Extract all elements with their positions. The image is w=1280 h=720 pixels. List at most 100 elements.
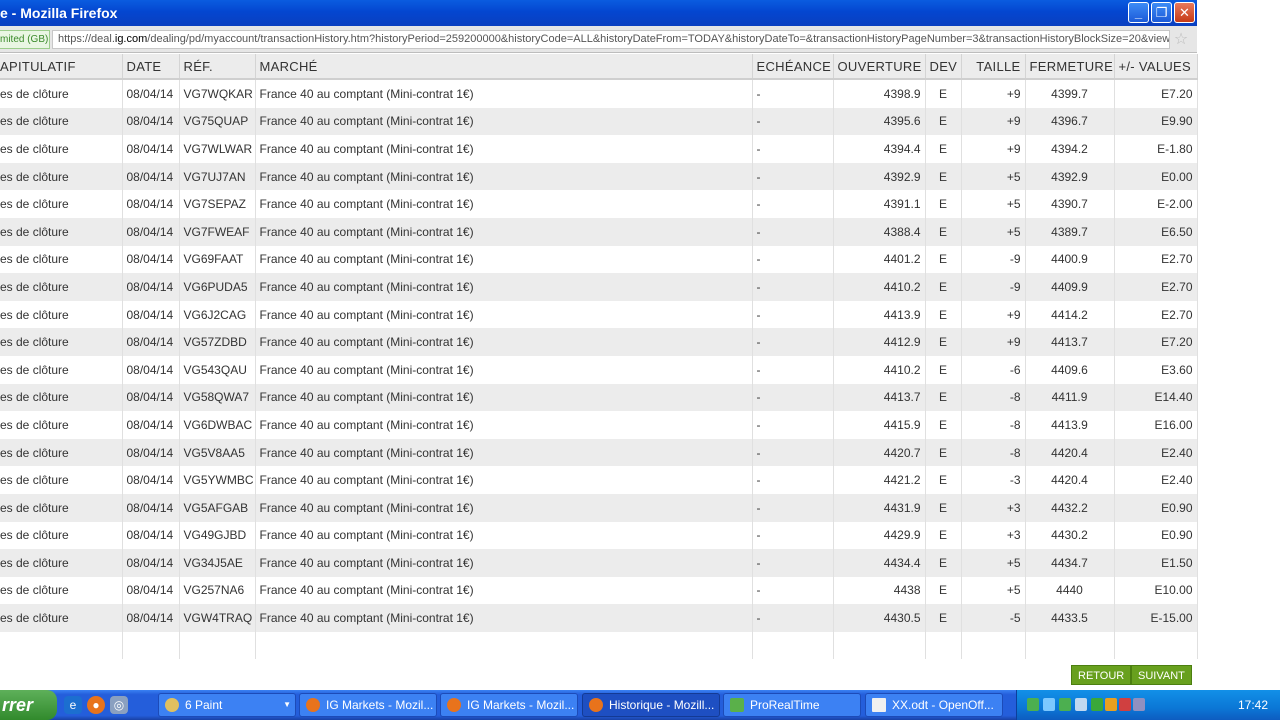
cell-expiry: - <box>752 549 834 577</box>
column-header-market[interactable]: MARCHÉ <box>255 54 753 80</box>
firefox-icon[interactable]: ● <box>87 696 105 714</box>
url-field[interactable]: https://deal.ig.com/dealing/pd/myaccount… <box>52 30 1170 49</box>
column-header-open[interactable]: OUVERTURE <box>833 54 926 80</box>
cell-currency: E <box>925 383 962 412</box>
cell-type: es de clôture <box>0 466 123 494</box>
maximize-button[interactable]: ❐ <box>1151 2 1172 23</box>
back-button[interactable]: RETOUR <box>1071 665 1132 685</box>
column-header-date[interactable]: DATE <box>122 54 180 80</box>
cell-type: es de clôture <box>0 107 123 136</box>
cell-expiry: - <box>752 135 834 163</box>
cell-pl: E9.90 <box>1114 107 1198 136</box>
wifi-icon[interactable] <box>1075 698 1087 711</box>
column-header-currency[interactable]: DEV <box>925 54 962 80</box>
table-row[interactable]: es de clôture 08/04/14 VG5AFGAB France 40 a… <box>0 493 1198 522</box>
cell-close: 4430.2 <box>1025 521 1115 550</box>
table-row[interactable]: es de clôture 08/04/14 VG7FWEAF France 40 a… <box>0 217 1198 246</box>
table-row[interactable]: es de clôture 08/04/14 VG58QWA7 France 40 a… <box>0 383 1198 412</box>
media-icon[interactable]: ◎ <box>110 696 128 714</box>
star-icon[interactable]: ☆ <box>1170 30 1192 49</box>
network-icon[interactable] <box>1043 698 1055 711</box>
taskbar-button-label: XX.odt - OpenOff... <box>892 698 994 712</box>
table-row[interactable]: es de clôture 08/04/14 VG49GJBD France 40 a… <box>0 521 1198 550</box>
cell-market: France 40 au comptant (Mini-contrat 1€) <box>255 190 753 218</box>
taskbar-button-paint[interactable]: 6 Paint ▼ <box>158 693 296 717</box>
ie-icon[interactable]: e <box>64 696 82 714</box>
cell-expiry: - <box>752 245 834 274</box>
window-title: e - Mozilla Firefox <box>0 5 118 21</box>
tray-app-icon[interactable] <box>1133 698 1145 711</box>
table-row[interactable]: es de clôture 08/04/14 VG5V8AA5 France 40 a… <box>0 438 1198 467</box>
taskbar-button-label: 6 Paint <box>185 698 223 712</box>
cell-expiry: - <box>752 217 834 246</box>
cell-ref: VG543QAU <box>179 355 256 384</box>
taskbar-button-ig-markets-2[interactable]: IG Markets - Mozil... <box>440 693 578 717</box>
cell-pl: E7.20 <box>1114 328 1198 356</box>
table-row[interactable]: es de clôture 08/04/14 VG6J2CAG France 40 a… <box>0 300 1198 329</box>
minimize-button[interactable]: _ <box>1128 2 1149 23</box>
table-row[interactable]: es de clôture 08/04/14 VGW4TRAQ France 40 a… <box>0 604 1198 632</box>
cell-market: France 40 au comptant (Mini-contrat 1€) <box>255 521 753 550</box>
taskbar-button-openoffice[interactable]: XX.odt - OpenOff... <box>865 693 1003 717</box>
cell-pl: E7.20 <box>1114 79 1198 108</box>
window-title-bar[interactable]: e - Mozilla Firefox _ ❐ ✕ <box>0 0 1197 26</box>
table-row[interactable]: es de clôture 08/04/14 VG7UJ7AN France 40 a… <box>0 162 1198 191</box>
cell-ref: VG69FAAT <box>179 245 256 274</box>
cell-type: es de clôture <box>0 383 123 412</box>
column-header-expiry[interactable]: ECHÉANCE <box>752 54 834 80</box>
taskbar-button-ig-markets-1[interactable]: IG Markets - Mozil... <box>299 693 437 717</box>
alert-icon[interactable] <box>1119 698 1131 711</box>
table-row[interactable]: es de clôture 08/04/14 VG543QAU France 40 a… <box>0 355 1198 384</box>
table-row[interactable]: es de clôture 08/04/14 VG6DWBAC France 40 a… <box>0 411 1198 439</box>
chart-tray-icon[interactable] <box>1027 698 1039 711</box>
table-row[interactable]: es de clôture 08/04/14 VG257NA6 France 40 a… <box>0 576 1198 605</box>
cell-size: +9 <box>961 328 1026 356</box>
close-button[interactable]: ✕ <box>1174 2 1195 23</box>
security-icon[interactable] <box>1091 698 1103 711</box>
table-row[interactable]: es de clôture 08/04/14 VG6PUDA5 France 40 a… <box>0 273 1198 301</box>
filler-cell <box>1114 631 1198 659</box>
cell-pl: E6.50 <box>1114 217 1198 246</box>
table-row[interactable]: es de clôture 08/04/14 VG7WLWAR France 40 a… <box>0 135 1198 163</box>
table-row[interactable]: es de clôture 08/04/14 VG57ZDBD France 40 a… <box>0 328 1198 356</box>
cell-date: 08/04/14 <box>122 493 180 522</box>
column-header-close[interactable]: FERMETURE <box>1025 54 1115 80</box>
taskbar-button-historique[interactable]: Historique - Mozill... <box>582 693 720 717</box>
cell-date: 08/04/14 <box>122 300 180 329</box>
next-button[interactable]: SUIVANT <box>1131 665 1192 685</box>
cell-open: 4430.5 <box>833 604 926 632</box>
signal-icon[interactable] <box>1059 698 1071 711</box>
cell-currency: E <box>925 328 962 356</box>
column-header-type[interactable]: APITULATIF <box>0 54 123 80</box>
site-identity-badge[interactable]: mited (GB) <box>0 30 50 49</box>
cell-pl: E1.50 <box>1114 549 1198 577</box>
speaker-icon[interactable] <box>1105 698 1117 711</box>
document-icon <box>872 698 886 712</box>
table-row[interactable]: es de clôture 08/04/14 VG34J5AE France 40 a… <box>0 549 1198 577</box>
cell-date: 08/04/14 <box>122 273 180 301</box>
cell-currency: E <box>925 107 962 136</box>
cell-market: France 40 au comptant (Mini-contrat 1€) <box>255 162 753 191</box>
cell-open: 4410.2 <box>833 273 926 301</box>
clock[interactable]: 17:42 <box>1238 690 1268 720</box>
taskbar-button-prorealtime[interactable]: ProRealTime <box>723 693 861 717</box>
cell-ref: VG257NA6 <box>179 576 256 605</box>
cell-type: es de clôture <box>0 300 123 329</box>
table-row[interactable]: es de clôture 08/04/14 VG75QUAP France 40 a… <box>0 107 1198 136</box>
cell-ref: VG5V8AA5 <box>179 438 256 467</box>
cell-type: es de clôture <box>0 549 123 577</box>
column-header-size[interactable]: TAILLE <box>961 54 1026 80</box>
cell-open: 4431.9 <box>833 493 926 522</box>
start-button[interactable]: rrer <box>0 690 57 720</box>
table-row[interactable]: es de clôture 08/04/14 VG5YWMBC France 40 a… <box>0 466 1198 494</box>
cell-currency: E <box>925 245 962 274</box>
table-row[interactable]: es de clôture 08/04/14 VG7WQKAR France 40 a… <box>0 79 1198 108</box>
table-row[interactable]: es de clôture 08/04/14 VG7SEPAZ France 40 a… <box>0 190 1198 218</box>
column-header-pl[interactable]: +/- VALUES <box>1114 54 1198 80</box>
column-header-ref[interactable]: RÉF. <box>179 54 256 80</box>
cell-currency: E <box>925 604 962 632</box>
table-row[interactable]: es de clôture 08/04/14 VG69FAAT France 40 a… <box>0 245 1198 274</box>
cell-close: 4400.9 <box>1025 245 1115 274</box>
cell-expiry: - <box>752 604 834 632</box>
table-header-row: APITULATIF DATE RÉF. MARCHÉ ECHÉANCE OUV… <box>0 54 1198 80</box>
